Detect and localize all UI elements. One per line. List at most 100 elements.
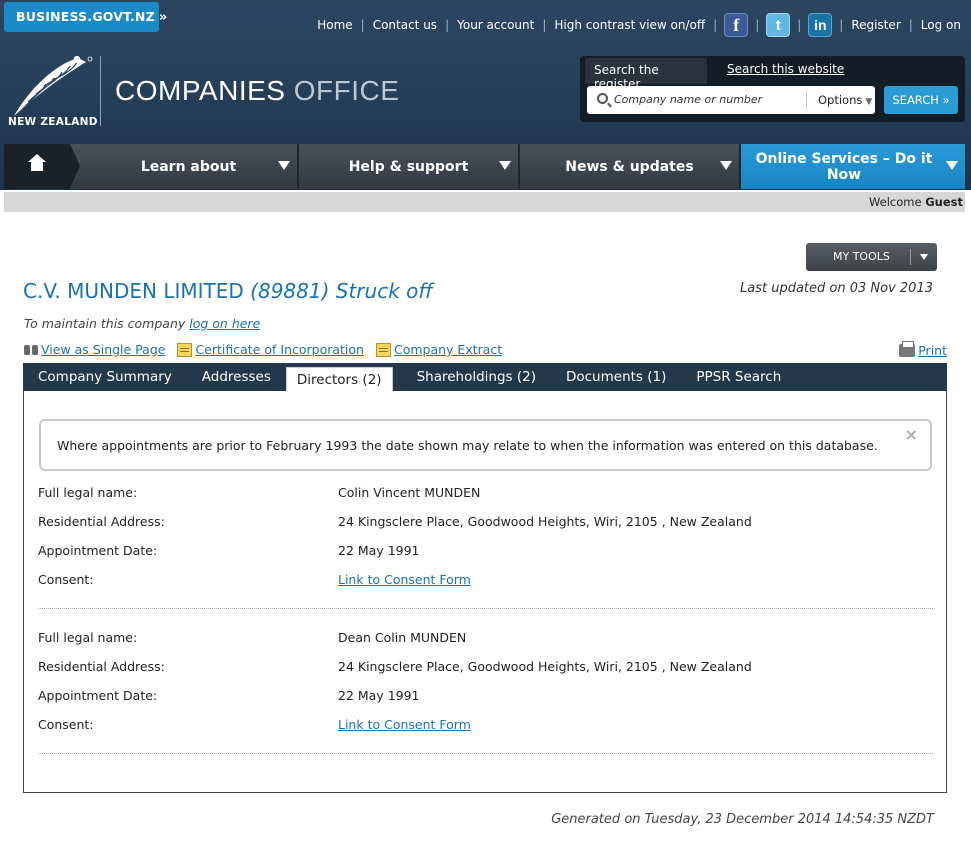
director-appointment: 22 May 1991 — [338, 543, 420, 558]
company-extract-link[interactable]: Company Extract — [375, 342, 503, 357]
nav-news-updates-label: News & updates — [565, 158, 694, 175]
caret-down-icon: ▼ — [865, 97, 873, 107]
welcome-user: Guest — [925, 195, 963, 209]
nav-learn-about-label: Learn about — [140, 158, 237, 175]
tab-shareholdings[interactable]: Shareholdings (2) — [393, 363, 551, 391]
nav-home[interactable] — [4, 144, 80, 189]
directors-panel: Where appointments are prior to February… — [23, 391, 947, 793]
tab-search-register[interactable]: Search the register — [585, 58, 707, 91]
certificate-label: Certificate of Incorporation — [195, 342, 364, 357]
document-links: View as Single Page Certificate of Incor… — [24, 342, 514, 357]
business-govt-link[interactable]: BUSINESS.GOVT.NZ» — [4, 2, 167, 32]
dropdown-arrow-icon — [946, 161, 958, 170]
director-name: Colin Vincent MUNDEN — [338, 485, 481, 500]
maintain-text: To maintain this company log on here — [24, 316, 260, 331]
page-title: C.V. MUNDEN LIMITED (89881) Struck off — [23, 279, 433, 303]
top-links: Home | Contact us | Your account | High con… — [309, 12, 961, 38]
director-address: 24 Kingsclere Place, Goodwood Heights, W… — [338, 514, 752, 529]
consent-form-link[interactable]: Link to Consent Form — [338, 717, 471, 732]
notice-box: Where appointments are prior to February… — [39, 419, 932, 471]
nav-online-line2: Now — [826, 166, 862, 183]
generated-timestamp: Generated on Tuesday, 23 December 2014 1… — [551, 812, 934, 827]
chevron-down-icon — [920, 254, 928, 260]
close-icon[interactable]: × — [905, 425, 918, 444]
tab-documents[interactable]: Documents (1) — [551, 363, 681, 391]
separator: | — [713, 18, 718, 32]
nav-online-services[interactable]: Online Services – Do it Now — [741, 144, 965, 189]
company-name: C.V. MUNDEN LIMITED — [23, 279, 244, 303]
nav-news-updates[interactable]: News & updates — [520, 144, 741, 189]
companies-office-title[interactable]: COMPANIES OFFICE — [115, 75, 399, 107]
nav-help-support[interactable]: Help & support — [299, 144, 520, 189]
nav-online-line1: Online Services – Do it — [755, 150, 933, 167]
business-govt-label: BUSINESS.GOVT.NZ — [16, 9, 155, 24]
linkedin-icon[interactable]: in — [808, 13, 833, 37]
label-address: Residential Address: — [38, 514, 165, 529]
print-link-wrap: Print — [899, 341, 947, 358]
separator: | — [797, 18, 802, 32]
director-address: 24 Kingsclere Place, Goodwood Heights, W… — [338, 659, 752, 674]
binoculars-icon — [24, 343, 39, 356]
separator: | — [755, 18, 760, 32]
divider — [38, 608, 933, 609]
label-full-name: Full legal name: — [38, 485, 138, 500]
facebook-icon[interactable]: f — [724, 13, 749, 37]
company-number-status: (89881) Struck off — [243, 279, 433, 303]
tab-addresses[interactable]: Addresses — [187, 363, 286, 391]
my-tools-label: MY TOOLS — [833, 250, 890, 263]
search-button[interactable]: SEARCH » — [884, 86, 958, 114]
site-header: BUSINESS.GOVT.NZ» Home | Contact us | Your… — [0, 0, 971, 190]
search-options-label: Options — [818, 93, 863, 107]
dropdown-arrow-icon — [720, 161, 732, 170]
welcome-prefix: Welcome — [868, 195, 926, 209]
home-link[interactable]: Home — [309, 18, 360, 32]
log-on-link[interactable]: Log on — [913, 18, 961, 32]
nav-help-support-label: Help & support — [348, 158, 469, 175]
dropdown-arrow-icon — [499, 161, 511, 170]
search-options-dropdown[interactable]: Options ▼ — [806, 91, 872, 109]
label-appointment: Appointment Date: — [38, 688, 158, 703]
director-name: Dean Colin MUNDEN — [338, 630, 467, 645]
company-extract-label: Company Extract — [393, 342, 503, 357]
new-zealand-caption: NEW ZEALAND — [8, 116, 98, 128]
notice-text: Where appointments are prior to February… — [57, 438, 878, 453]
divider — [910, 249, 911, 265]
tab-ppsr-search[interactable]: PPSR Search — [681, 363, 796, 391]
label-full-name: Full legal name: — [38, 630, 138, 645]
print-link[interactable]: Print — [918, 343, 947, 358]
printer-icon[interactable] — [899, 341, 916, 357]
tab-directors[interactable]: Directors (2) — [285, 367, 393, 391]
last-updated: Last updated on 03 Nov 2013 — [740, 281, 933, 296]
label-consent: Consent: — [38, 572, 94, 587]
tab-company-summary[interactable]: Company Summary — [23, 363, 187, 391]
your-account-link[interactable]: Your account — [449, 18, 542, 32]
double-chevron-right-icon: » — [158, 10, 168, 25]
consent-form-link[interactable]: Link to Consent Form — [338, 572, 471, 587]
certificate-link[interactable]: Certificate of Incorporation — [177, 342, 364, 357]
label-address: Residential Address: — [38, 659, 165, 674]
view-single-page-link[interactable]: View as Single Page — [24, 342, 165, 357]
main-nav: Learn about Help & support News & update… — [4, 144, 965, 189]
my-tools-button[interactable]: MY TOOLS — [806, 243, 937, 271]
dropdown-arrow-icon — [278, 161, 290, 170]
contact-us-link[interactable]: Contact us — [365, 18, 445, 32]
label-consent: Consent: — [38, 717, 94, 732]
register-link[interactable]: Register — [843, 18, 908, 32]
search-input[interactable]: Company name or number Options ▼ — [587, 86, 875, 114]
certificate-icon — [375, 342, 391, 357]
nav-learn-about[interactable]: Learn about — [70, 144, 299, 189]
search-panel: Search the register Search this website … — [580, 56, 965, 122]
home-icon — [28, 154, 46, 171]
tab-search-website[interactable]: Search this website — [727, 62, 844, 76]
company-tabs: Company Summary Addresses Directors (2) … — [23, 363, 947, 391]
divider — [38, 753, 933, 754]
title-light: OFFICE — [285, 75, 400, 106]
twitter-icon[interactable]: t — [766, 13, 791, 37]
search-icon — [597, 93, 608, 104]
maintain-prefix: To maintain this company — [24, 316, 190, 331]
search-placeholder: Company name or number — [614, 93, 763, 106]
high-contrast-link[interactable]: High contrast view on/off — [546, 18, 713, 32]
log-on-here-link[interactable]: log on here — [189, 316, 260, 331]
welcome-bar: Welcome Guest — [4, 192, 965, 212]
view-single-page-label: View as Single Page — [41, 342, 166, 357]
